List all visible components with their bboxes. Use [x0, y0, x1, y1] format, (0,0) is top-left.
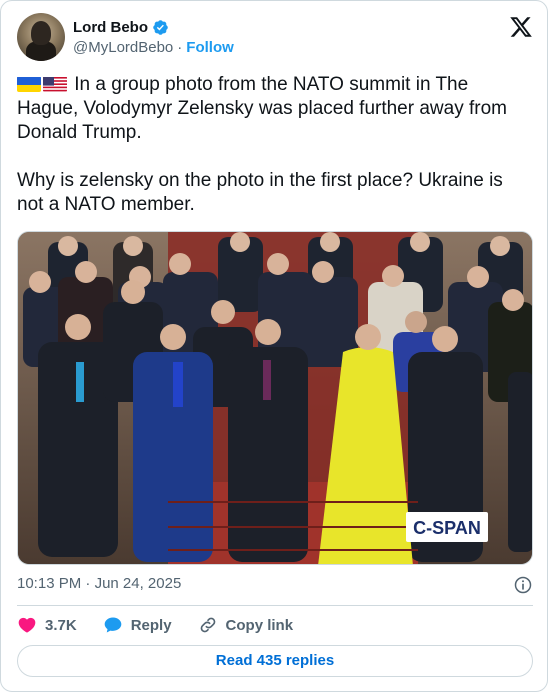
divider — [17, 605, 533, 606]
reply-bubble-icon — [104, 617, 122, 633]
tweet-date[interactable]: Jun 24, 2025 — [95, 575, 182, 592]
timestamp-row: 10:13 PM · Jun 24, 2025 — [17, 575, 533, 595]
tweet-time[interactable]: 10:13 PM — [17, 575, 81, 592]
reply-label: Reply — [130, 616, 172, 634]
tweet-text-line2: Why is zelensky on the photo in the firs… — [17, 170, 509, 215]
reply-button[interactable]: Reply — [103, 615, 172, 635]
ukraine-flag-icon — [17, 76, 41, 92]
info-icon[interactable] — [513, 575, 533, 595]
like-count: 3.7K — [45, 616, 77, 634]
like-button[interactable]: 3.7K — [17, 615, 77, 635]
author-handle-row: @MyLordBebo · Follow — [73, 39, 234, 56]
time-separator: · — [85, 575, 91, 592]
author-name-row: Lord Bebo — [73, 17, 169, 37]
usa-flag-icon — [43, 76, 67, 92]
read-replies-button[interactable]: Read 435 replies — [17, 645, 533, 677]
tweet-photo[interactable]: C-SPAN — [17, 231, 533, 565]
copy-link-button[interactable]: Copy link — [198, 615, 294, 635]
verified-badge-icon — [153, 19, 168, 35]
cspan-watermark: C-SPAN — [413, 518, 481, 538]
follow-button[interactable]: Follow — [186, 39, 234, 56]
tweet-header: Lord Bebo @MyLordBebo · Follow — [17, 13, 533, 61]
tweet-text-line1: In a group photo from the NATO summit in… — [17, 74, 513, 143]
tweet-text: In a group photo from the NATO summit in… — [17, 73, 533, 217]
copy-link-label: Copy link — [225, 616, 294, 634]
group-photo-image: C-SPAN — [18, 232, 532, 564]
author-name[interactable]: Lord Bebo — [73, 19, 148, 36]
heart-icon — [18, 617, 36, 633]
action-bar: 3.7K Reply Copy link — [17, 613, 533, 637]
tweet-card: Lord Bebo @MyLordBebo · Follow In a grou… — [0, 0, 548, 692]
x-logo-icon[interactable] — [509, 15, 533, 39]
avatar[interactable] — [17, 13, 65, 61]
author-handle[interactable]: @MyLordBebo — [73, 39, 173, 56]
handle-separator: · — [177, 39, 183, 56]
link-icon — [200, 617, 215, 633]
